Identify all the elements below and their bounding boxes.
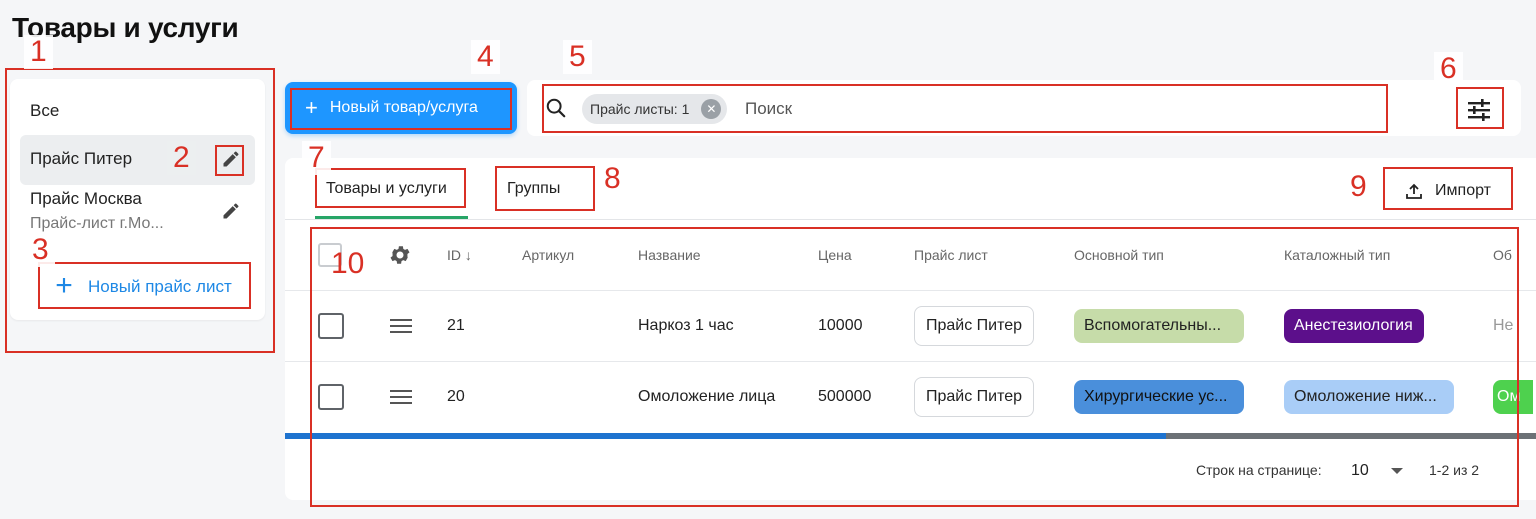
column-header-name[interactable]: Название: [638, 247, 701, 263]
cell-truncated-tag: Ом: [1493, 380, 1533, 414]
new-pricelist-label: Новый прайс лист: [88, 277, 232, 296]
sliders-icon: [1468, 99, 1490, 121]
rows-per-page-value: 10: [1351, 462, 1369, 479]
main-type-label: Хирургические ус...: [1084, 388, 1228, 405]
products-panel: Товары и услуги Группы Импорт ID ↓ Артик…: [285, 158, 1536, 500]
drag-handle-icon[interactable]: [389, 388, 413, 406]
cell-id: 20: [447, 388, 465, 405]
annotation-number: 4: [471, 40, 500, 74]
annotation-number: 8: [604, 162, 621, 195]
catalog-type-tag: Омоложение ниж...: [1284, 380, 1454, 414]
cell-price: 10000: [818, 317, 863, 334]
pricelist-tag: Прайс Питер: [914, 377, 1034, 417]
cell-name: Омоложение лица: [638, 388, 776, 405]
annotation-number: 10: [331, 247, 365, 280]
filter-chip[interactable]: Прайс листы: 1 ✕: [582, 94, 728, 124]
drag-handle-icon[interactable]: [389, 317, 413, 335]
import-label: Импорт: [1435, 182, 1491, 199]
rows-per-page-select[interactable]: 10: [1351, 459, 1411, 483]
new-item-label: Новый товар/услуга: [329, 99, 478, 116]
column-header-truncated[interactable]: Об: [1493, 247, 1512, 263]
main-type-tag: Вспомогательны...: [1074, 309, 1244, 343]
cell-price: 500000: [818, 388, 872, 405]
gear-icon[interactable]: [388, 243, 412, 267]
divider: [285, 219, 1536, 220]
pricelist-tag: Прайс Питер: [914, 306, 1034, 346]
rows-per-page-label: Строк на странице:: [1196, 462, 1322, 478]
arrow-down-icon: ↓: [464, 247, 472, 263]
import-button[interactable]: Импорт: [1385, 174, 1511, 208]
search-icon: [546, 98, 566, 118]
pencil-icon[interactable]: [221, 201, 241, 221]
cell-name: Наркоз 1 час: [638, 317, 734, 334]
pricelist-sidebar: Все Прайс Питер Прайс Москва Прайс-лист …: [10, 79, 265, 320]
annotation-number: 3: [26, 233, 55, 267]
main-type-tag: Хирургические ус...: [1074, 380, 1244, 414]
catalog-type-label: Омоложение ниж...: [1294, 388, 1437, 405]
column-header-main-type[interactable]: Основной тип: [1074, 247, 1164, 263]
plus-icon: +: [305, 95, 318, 120]
pricelist-item-piter[interactable]: Прайс Питер: [20, 135, 255, 185]
new-item-button[interactable]: + Новый товар/услуга: [285, 82, 517, 134]
column-header-price[interactable]: Цена: [818, 247, 852, 263]
new-pricelist-button[interactable]: + Новый прайс лист: [44, 270, 254, 304]
plus-icon: +: [55, 269, 73, 302]
row-checkbox[interactable]: [318, 384, 344, 410]
scrollbar-thumb[interactable]: [285, 433, 1166, 439]
close-icon[interactable]: ✕: [701, 99, 722, 119]
annotation-number: 7: [302, 141, 331, 175]
catalog-type-tag: Анестезиология: [1284, 309, 1424, 343]
column-header-pricelist[interactable]: Прайс лист: [914, 247, 988, 263]
catalog-type-label: Анестезиология: [1294, 317, 1413, 334]
horizontal-scrollbar[interactable]: [285, 433, 1536, 439]
annotation-number: 9: [1350, 170, 1367, 203]
column-header-article[interactable]: Артикул: [522, 247, 574, 263]
search-bar: Прайс листы: 1 ✕: [527, 80, 1521, 136]
table-row[interactable]: 21 Наркоз 1 час 10000 Прайс Питер Вспомо…: [285, 291, 1536, 361]
column-header-label: ID: [447, 247, 461, 263]
tab-products[interactable]: Товары и услуги: [326, 180, 447, 198]
column-header-catalog-type[interactable]: Каталожный тип: [1284, 247, 1390, 263]
pencil-icon[interactable]: [221, 149, 241, 169]
pricelist-label: Прайс Питер: [30, 149, 133, 168]
filter-settings-button[interactable]: [1463, 94, 1495, 126]
cell-truncated: Не: [1493, 317, 1514, 334]
pagination-range: 1-2 из 2: [1429, 462, 1480, 478]
filter-chip-label: Прайс листы: 1: [590, 101, 690, 117]
pricelist-description: Прайс-лист г.Мо...: [30, 215, 164, 232]
pricelist-item-moscow[interactable]: Прайс Москва Прайс-лист г.Мо...: [20, 187, 255, 237]
annotation-number: 1: [24, 35, 53, 69]
chevron-down-icon: [1390, 468, 1403, 474]
search-input[interactable]: [745, 96, 1345, 122]
table-row[interactable]: 20 Омоложение лица 500000 Прайс Питер Хи…: [285, 362, 1536, 432]
pricelist-label: Прайс Москва: [30, 189, 142, 208]
annotation-number: 5: [563, 40, 592, 74]
column-header-id[interactable]: ID ↓: [447, 247, 472, 263]
main-type-label: Вспомогательны...: [1084, 317, 1222, 334]
tab-groups[interactable]: Группы: [507, 180, 560, 198]
row-checkbox[interactable]: [318, 313, 344, 339]
pricelist-item-all[interactable]: Все: [30, 101, 265, 121]
cell-id: 21: [447, 317, 465, 334]
annotation-number: 2: [167, 141, 196, 175]
upload-icon: [1406, 183, 1422, 199]
annotation-number: 6: [1434, 52, 1463, 86]
